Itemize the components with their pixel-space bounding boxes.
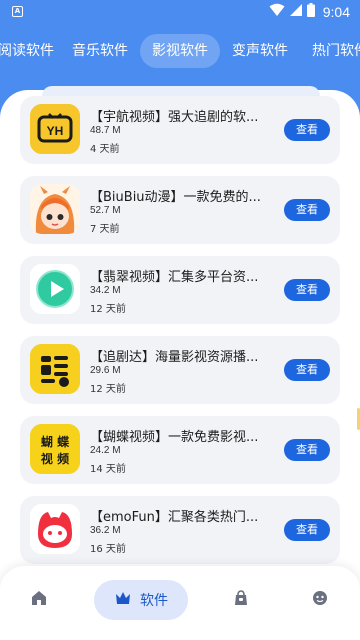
nav-software[interactable]: 软件 <box>94 580 188 620</box>
app-date: 12 天前 <box>90 304 126 315</box>
view-button[interactable]: 查看 <box>284 439 330 461</box>
app-size: 29.6 M <box>90 365 121 376</box>
tab-video[interactable]: 影视软件 <box>140 34 220 68</box>
bag-icon <box>232 589 250 611</box>
battery-icon <box>306 3 315 21</box>
app-date: 12 天前 <box>90 384 126 395</box>
list-item[interactable]: 蝴 蝶 视 频 【蝴蝶视频】一款免费影视... 24.2 M 14 天前 查看 <box>20 416 340 484</box>
app-size: 52.7 M <box>90 205 121 216</box>
app-size: 34.2 M <box>90 285 121 296</box>
view-button[interactable]: 查看 <box>284 359 330 381</box>
app-size: 24.2 M <box>90 445 121 456</box>
nav-home[interactable] <box>22 580 56 620</box>
app-title: 【蝴蝶视频】一款免费影视... <box>90 430 259 445</box>
bottom-navigation: 软件 <box>0 566 360 640</box>
signal-icon <box>289 3 303 21</box>
tab-voice-changer[interactable]: 变声软件 <box>220 34 300 68</box>
butterfly-app-logo: 蝴 蝶 视 频 <box>30 424 80 474</box>
app-date: 16 天前 <box>90 544 126 555</box>
app-title: 【翡翠视频】汇集多平台资... <box>90 270 259 285</box>
view-button[interactable]: 查看 <box>284 279 330 301</box>
notification-app-icon: A <box>12 6 23 17</box>
nav-shop[interactable] <box>224 580 258 620</box>
app-size: 48.7 M <box>90 125 121 136</box>
list-item[interactable]: 【翡翠视频】汇集多平台资... 34.2 M 12 天前 查看 <box>20 256 340 324</box>
emofun-app-logo <box>30 504 80 554</box>
wifi-icon <box>269 3 285 21</box>
app-size: 36.2 M <box>90 525 121 536</box>
jade-app-logo <box>30 264 80 314</box>
nav-profile[interactable] <box>303 580 337 620</box>
status-bar: A 9:04 <box>0 0 360 24</box>
view-button[interactable]: 查看 <box>284 119 330 141</box>
app-date: 14 天前 <box>90 464 126 475</box>
status-time: 9:04 <box>322 4 350 20</box>
category-tabs: 阅读软件 音乐软件 影视软件 变声软件 热门软件 <box>0 34 360 68</box>
app-title: 【追剧达】海量影视资源播... <box>90 350 259 365</box>
app-title: 【宇航视频】强大追剧的软... <box>90 110 259 125</box>
view-button[interactable]: 查看 <box>284 519 330 541</box>
list-item[interactable]: 【追剧达】海量影视资源播... 29.6 M 12 天前 查看 <box>20 336 340 404</box>
app-date: 7 天前 <box>90 224 120 235</box>
list-item[interactable]: 【BiuBiu动漫】一款免费的... 52.7 M 7 天前 查看 <box>20 176 340 244</box>
app-title: 【emoFun】汇聚各类热门... <box>90 510 259 525</box>
app-title: 【BiuBiu动漫】一款免费的... <box>90 190 261 205</box>
tab-popular[interactable]: 热门软件 <box>300 34 360 68</box>
yuhang-app-logo: YH <box>30 104 80 154</box>
svg-text:YH: YH <box>47 124 64 138</box>
nav-software-label: 软件 <box>140 593 168 609</box>
tab-reading[interactable]: 阅读软件 <box>0 34 66 68</box>
list-item[interactable]: YH 【宇航视频】强大追剧的软... 48.7 M 4 天前 查看 <box>20 96 340 164</box>
svg-text:蝴 蝶: 蝴 蝶 <box>41 434 70 449</box>
app-date: 4 天前 <box>90 144 120 155</box>
list-item[interactable]: 【emoFun】汇聚各类热门... 36.2 M 16 天前 查看 <box>20 496 340 564</box>
crown-icon <box>114 589 132 611</box>
biubiu-app-logo <box>30 184 80 234</box>
zhuijuda-app-logo <box>30 344 80 394</box>
tab-music[interactable]: 音乐软件 <box>60 34 140 68</box>
home-icon <box>30 589 48 611</box>
view-button[interactable]: 查看 <box>284 199 330 221</box>
svg-text:视 频: 视 频 <box>41 451 69 466</box>
profile-icon <box>311 589 329 611</box>
